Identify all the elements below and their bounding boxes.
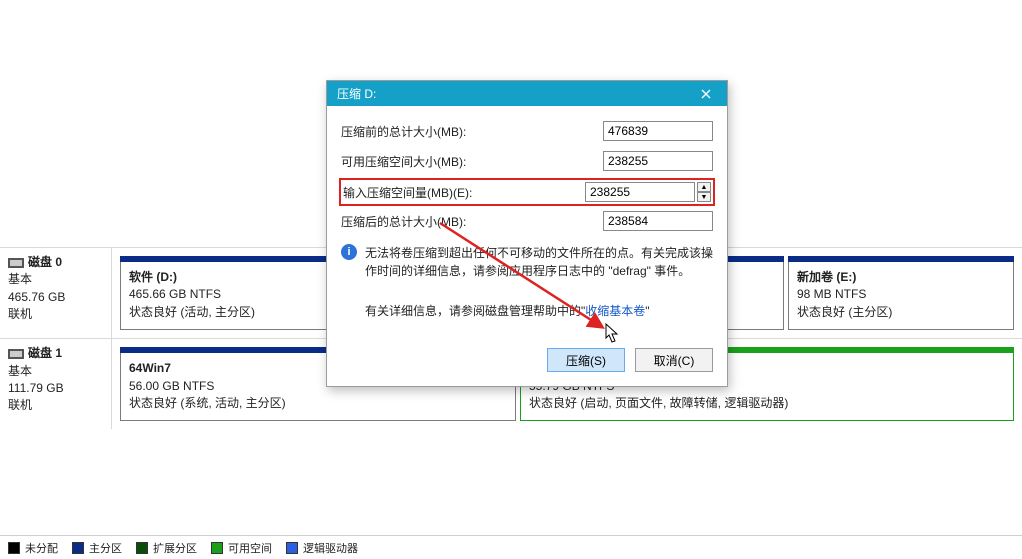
disk-head-0: 磁盘 0 基本 465.76 GB 联机 <box>0 248 112 338</box>
volume-status: 状态良好 (启动, 页面文件, 故障转储, 逻辑驱动器) <box>529 395 1005 412</box>
legend-logical: 逻辑驱动器 <box>286 540 358 556</box>
disk-head-1: 磁盘 1 基本 111.79 GB 联机 <box>0 339 112 429</box>
disk-status: 联机 <box>8 306 103 323</box>
disk-icon <box>8 258 24 268</box>
shrink-button[interactable]: 压缩(S) <box>547 348 625 372</box>
dialog-titlebar[interactable]: 压缩 D: <box>327 81 727 106</box>
spinner-down-button[interactable]: ▼ <box>697 192 711 202</box>
dialog-title: 压缩 D: <box>337 85 376 102</box>
row-shrink-amount-highlight: 输入压缩空间量(MB)(E): ▲ ▼ <box>339 178 715 206</box>
info-text-2: 有关详细信息，请参阅磁盘管理帮助中的"收缩基本卷" <box>365 302 713 320</box>
disk-size: 111.79 GB <box>8 380 103 397</box>
shrink-amount-spinner[interactable]: ▲ ▼ <box>697 182 711 202</box>
label-total-before: 压缩前的总计大小(MB): <box>341 123 603 140</box>
help-link[interactable]: 收缩基本卷 <box>585 304 645 318</box>
info-note: i 无法将卷压缩到超出任何不可移动的文件所在的点。有关完成该操作时间的详细信息，… <box>341 244 713 280</box>
volume-e[interactable]: 新加卷 (E:) 98 MB NTFS 状态良好 (主分区) <box>786 254 1016 332</box>
row-total-before: 压缩前的总计大小(MB): <box>341 118 713 144</box>
info-icon: i <box>341 244 357 260</box>
disk-title: 磁盘 0 <box>28 254 62 271</box>
legend-unallocated: 未分配 <box>8 540 58 556</box>
disk-type: 基本 <box>8 363 103 380</box>
field-total-before <box>603 121 713 141</box>
legend: 未分配 主分区 扩展分区 可用空间 逻辑驱动器 <box>0 535 1022 559</box>
disk-icon <box>8 349 24 359</box>
legend-primary: 主分区 <box>72 540 122 556</box>
dialog-buttons: 压缩(S) 取消(C) <box>341 348 713 372</box>
legend-free: 可用空间 <box>211 540 272 556</box>
row-total-after: 压缩后的总计大小(MB): <box>341 208 713 234</box>
close-button[interactable] <box>691 81 721 106</box>
disk-type: 基本 <box>8 271 103 288</box>
shrink-dialog: 压缩 D: 压缩前的总计大小(MB): 可用压缩空间大小(MB): 输入压缩空间… <box>326 80 728 387</box>
disk-status: 联机 <box>8 397 103 414</box>
disk-size: 465.76 GB <box>8 289 103 306</box>
volume-title: 新加卷 (E:) <box>797 269 1005 286</box>
volume-status: 状态良好 (系统, 活动, 主分区) <box>129 395 507 412</box>
disk-title: 磁盘 1 <box>28 345 62 362</box>
field-total-after <box>603 211 713 231</box>
info-help: 有关详细信息，请参阅磁盘管理帮助中的"收缩基本卷" <box>341 302 713 320</box>
cancel-button[interactable]: 取消(C) <box>635 348 713 372</box>
field-shrink-amount[interactable] <box>585 182 695 202</box>
label-shrink-amount: 输入压缩空间量(MB)(E): <box>343 184 585 201</box>
label-total-after: 压缩后的总计大小(MB): <box>341 213 603 230</box>
info-text-1: 无法将卷压缩到超出任何不可移动的文件所在的点。有关完成该操作时间的详细信息，请参… <box>365 244 713 280</box>
field-available <box>603 151 713 171</box>
row-available: 可用压缩空间大小(MB): <box>341 148 713 174</box>
volume-size: 98 MB NTFS <box>797 286 1005 303</box>
legend-extended: 扩展分区 <box>136 540 197 556</box>
label-available: 可用压缩空间大小(MB): <box>341 153 603 170</box>
spinner-up-button[interactable]: ▲ <box>697 182 711 192</box>
dialog-body: 压缩前的总计大小(MB): 可用压缩空间大小(MB): 输入压缩空间量(MB)(… <box>327 106 727 386</box>
volume-status: 状态良好 (主分区) <box>797 304 1005 321</box>
